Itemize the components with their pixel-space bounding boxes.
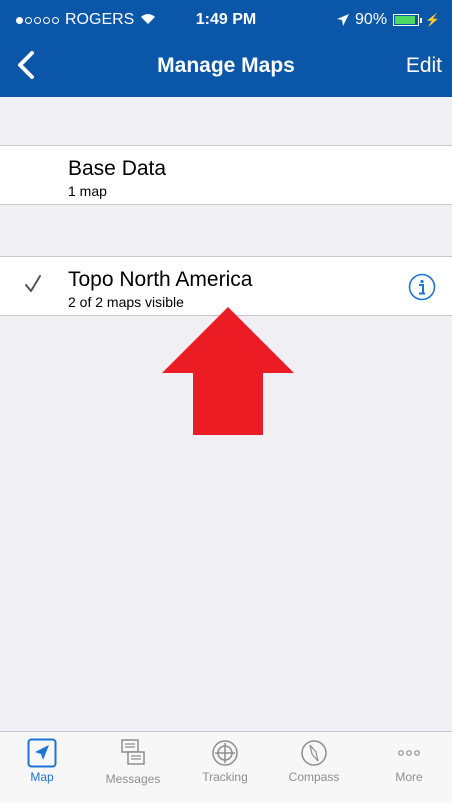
map-arrow-icon [27, 738, 57, 768]
location-arrow-icon [337, 14, 350, 26]
list-item-title: Topo North America [68, 268, 253, 291]
nav-row: Manage Maps Edit [0, 40, 452, 97]
status-bar: ROGERS 1:49 PM 90% ⚡ [0, 0, 452, 40]
tab-tracking[interactable]: Tracking [190, 738, 260, 784]
compass-icon [301, 740, 327, 766]
tab-label: Compass [288, 770, 340, 784]
tab-map[interactable]: Map [7, 738, 77, 784]
red-arrow-annotation [162, 307, 294, 435]
tab-label: Messages [105, 772, 161, 786]
navigation-bar: ROGERS 1:49 PM 90% ⚡ Manage Maps Edit [0, 0, 452, 97]
checkmark-icon [25, 275, 41, 292]
info-icon[interactable] [408, 273, 436, 301]
battery-percent: 90% [355, 11, 388, 28]
page-title: Manage Maps [157, 54, 295, 77]
tracking-icon [212, 740, 238, 766]
battery-icon: ⚡ [393, 13, 440, 27]
tab-label: Map [30, 770, 54, 784]
battery-info: 90% ⚡ [337, 11, 440, 29]
tab-compass[interactable]: Compass [279, 738, 349, 784]
tab-label: Tracking [202, 770, 248, 784]
more-icon [398, 750, 420, 756]
list-item-title: Base Data [68, 157, 167, 180]
messages-icon [121, 739, 145, 765]
tab-messages[interactable]: Messages [98, 738, 168, 786]
list-item-base-data[interactable]: Base Data 1 map [0, 145, 452, 205]
list-item-subtitle: 1 map [68, 183, 107, 199]
edit-button[interactable]: Edit [406, 54, 442, 78]
tab-more[interactable]: More [374, 738, 444, 784]
tab-bar: Map Messages Tracking Compass More [0, 731, 452, 803]
tab-label: More [395, 770, 423, 784]
